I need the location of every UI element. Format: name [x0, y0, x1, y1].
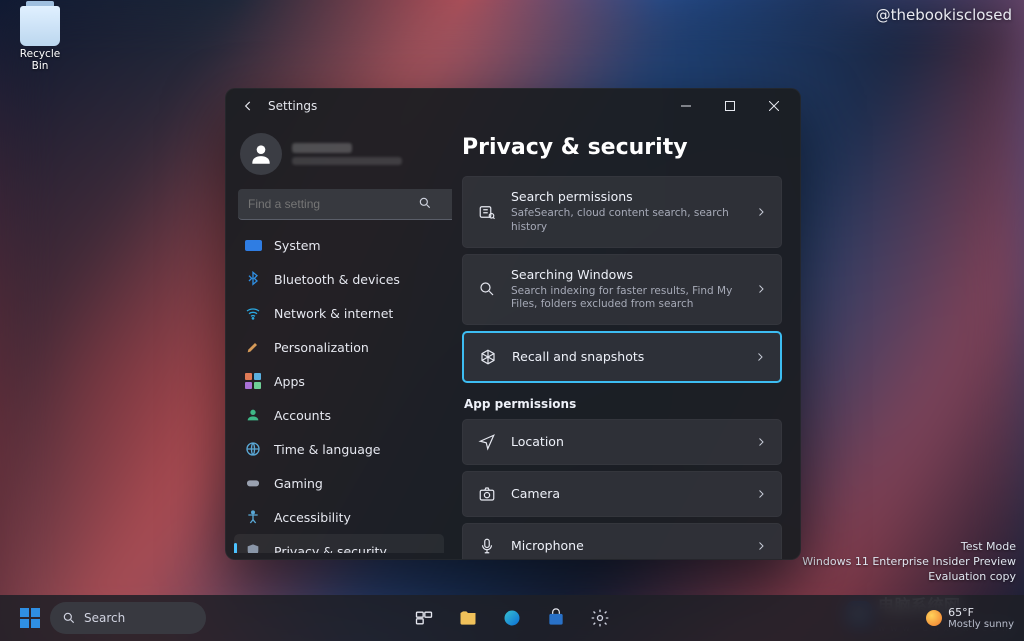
window-controls	[664, 89, 796, 123]
chevron-right-icon	[754, 351, 766, 363]
overlay-credit: @thebookisclosed	[876, 6, 1012, 24]
card-recall-snapshots[interactable]: Recall and snapshots	[462, 331, 782, 383]
sidebar: System Bluetooth & devices Network & int…	[226, 123, 452, 559]
bluetooth-icon	[244, 270, 262, 288]
profile-card[interactable]	[234, 129, 444, 185]
nav-time[interactable]: Time & language	[234, 432, 444, 466]
nav-privacy[interactable]: Privacy & security	[234, 534, 444, 553]
weather-icon	[926, 610, 942, 626]
taskbar-right: 65°F Mostly sunny	[926, 606, 1014, 630]
chevron-right-icon	[755, 488, 767, 500]
account-icon	[244, 406, 262, 424]
location-icon	[477, 432, 497, 452]
windows-logo-icon	[20, 608, 40, 628]
card-camera[interactable]: Camera	[462, 471, 782, 517]
search-permissions-icon	[477, 202, 497, 222]
back-button[interactable]	[236, 94, 260, 118]
settings-taskbar-button[interactable]	[580, 598, 620, 638]
microphone-icon	[477, 536, 497, 556]
taskbar: Search 65°F Mostly sunny	[0, 595, 1024, 641]
nav-accessibility[interactable]: Accessibility	[234, 500, 444, 534]
start-button[interactable]	[10, 598, 50, 638]
profile-email-redacted	[292, 157, 402, 165]
card-microphone[interactable]: Microphone	[462, 523, 782, 559]
recycle-bin-label: Recycle Bin	[10, 48, 70, 72]
taskbar-pinned	[404, 598, 620, 638]
settings-window: Settings	[225, 88, 801, 560]
edge-button[interactable]	[492, 598, 532, 638]
recycle-bin-icon	[20, 6, 60, 46]
nav-apps[interactable]: Apps	[234, 364, 444, 398]
store-button[interactable]	[536, 598, 576, 638]
chevron-right-icon	[755, 436, 767, 448]
system-icon	[244, 236, 262, 254]
minimize-button[interactable]	[664, 89, 708, 123]
apps-icon	[244, 372, 262, 390]
nav-personalization[interactable]: Personalization	[234, 330, 444, 364]
nav-gaming[interactable]: Gaming	[234, 466, 444, 500]
gear-icon	[590, 608, 610, 628]
accessibility-icon	[244, 508, 262, 526]
searching-windows-icon	[477, 279, 497, 299]
window-title: Settings	[268, 99, 317, 113]
nav-bluetooth[interactable]: Bluetooth & devices	[234, 262, 444, 296]
shield-icon	[244, 542, 262, 553]
page-title: Privacy & security	[462, 135, 782, 160]
globe-icon	[244, 440, 262, 458]
chevron-right-icon	[755, 206, 767, 218]
nav-network[interactable]: Network & internet	[234, 296, 444, 330]
recall-icon	[478, 347, 498, 367]
maximize-button[interactable]	[708, 89, 752, 123]
task-view-icon	[414, 608, 434, 628]
taskbar-search[interactable]: Search	[50, 602, 206, 634]
titlebar[interactable]: Settings	[226, 89, 800, 123]
task-view-button[interactable]	[404, 598, 444, 638]
store-icon	[546, 608, 566, 628]
profile-name-redacted	[292, 143, 352, 153]
nav-accounts[interactable]: Accounts	[234, 398, 444, 432]
chevron-right-icon	[755, 283, 767, 295]
recycle-bin[interactable]: Recycle Bin	[10, 6, 70, 72]
brush-icon	[244, 338, 262, 356]
settings-search[interactable]	[238, 189, 440, 220]
camera-icon	[477, 484, 497, 504]
desktop: Recycle Bin @thebookisclosed Test Mode W…	[0, 0, 1024, 641]
nav-list: System Bluetooth & devices Network & int…	[234, 228, 444, 553]
chevron-right-icon	[755, 540, 767, 552]
close-button[interactable]	[752, 89, 796, 123]
card-search-permissions[interactable]: Search permissionsSafeSearch, cloud cont…	[462, 176, 782, 248]
search-icon	[62, 611, 76, 625]
weather-widget[interactable]: 65°F Mostly sunny	[926, 606, 1014, 630]
avatar	[240, 133, 282, 175]
settings-content: Privacy & security Search permissionsSaf…	[452, 123, 800, 559]
search-icon	[418, 196, 432, 210]
file-explorer-button[interactable]	[448, 598, 488, 638]
build-watermark: Test Mode Windows 11 Enterprise Insider …	[802, 540, 1016, 585]
edge-icon	[502, 608, 522, 628]
card-location[interactable]: Location	[462, 419, 782, 465]
wifi-icon	[244, 304, 262, 322]
nav-system[interactable]: System	[234, 228, 444, 262]
section-app-permissions: App permissions	[464, 397, 780, 411]
card-searching-windows[interactable]: Searching WindowsSearch indexing for fas…	[462, 254, 782, 326]
gaming-icon	[244, 474, 262, 492]
folder-icon	[458, 608, 478, 628]
